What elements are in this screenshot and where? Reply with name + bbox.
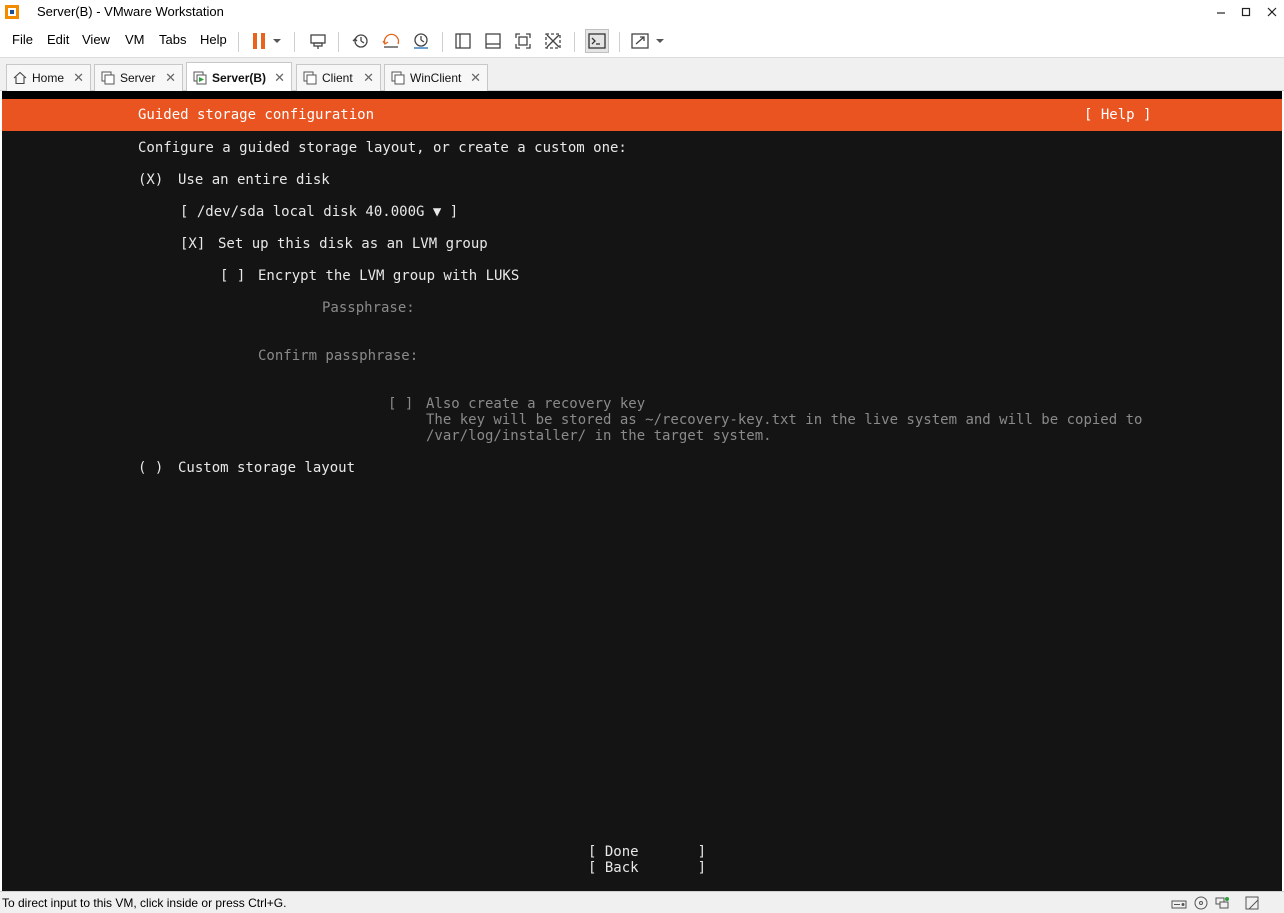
status-text: To direct input to this VM, click inside… [2, 896, 287, 910]
stretch-guest-icon[interactable] [629, 30, 651, 52]
close-icon[interactable] [1259, 2, 1284, 22]
confirm-passphrase-label: Confirm passphrase: [258, 348, 419, 364]
window-title: Server(B) - VMware Workstation [37, 4, 224, 19]
close-icon[interactable]: ✕ [470, 70, 481, 86]
page-title: Guided storage configuration [138, 107, 375, 123]
back-button[interactable]: [ Back ] [588, 860, 706, 876]
maximize-icon[interactable] [1233, 2, 1259, 22]
help-button[interactable]: [ Help ] [1084, 107, 1151, 123]
snapshot-icon[interactable] [349, 30, 371, 52]
tab-label: Client [322, 71, 353, 85]
menu-file[interactable]: File [12, 32, 33, 47]
menu-tabs[interactable]: Tabs [159, 32, 186, 47]
pause-icon[interactable] [248, 30, 270, 52]
console-view-icon[interactable] [585, 29, 609, 53]
tab-server[interactable]: Server ✕ [94, 64, 183, 91]
tab-home[interactable]: Home ✕ [6, 64, 91, 91]
menu-edit[interactable]: Edit [47, 32, 69, 47]
recovery-description: /var/log/installer/ in the target system… [426, 428, 772, 444]
tab-label: Home [32, 71, 65, 85]
hard-disk-icon[interactable] [1171, 896, 1187, 910]
send-keys-icon[interactable] [307, 30, 329, 52]
custom-layout-radio[interactable]: ( ) [138, 460, 163, 476]
home-icon [13, 71, 27, 85]
vm-icon [101, 71, 115, 85]
stretch-dropdown-icon[interactable] [653, 30, 667, 52]
vmware-logo-icon [5, 5, 19, 19]
vm-icon [391, 71, 405, 85]
vm-console[interactable]: Guided storage configuration [ Help ] Co… [2, 91, 1282, 891]
pause-dropdown-icon[interactable] [270, 30, 284, 52]
close-icon[interactable]: ✕ [363, 70, 374, 86]
close-icon[interactable]: ✕ [165, 70, 176, 86]
close-icon[interactable]: ✕ [73, 70, 84, 86]
disk-select[interactable]: [ /dev/sda local disk 40.000G ▼ ] [180, 204, 458, 220]
status-bar: To direct input to this VM, click inside… [0, 891, 1284, 913]
custom-layout-label[interactable]: Custom storage layout [178, 460, 355, 476]
intro-text: Configure a guided storage layout, or cr… [138, 140, 627, 156]
passphrase-label: Passphrase: [322, 300, 415, 316]
tab-client[interactable]: Client ✕ [296, 64, 381, 91]
menu-toolbar: File Edit View VM Tabs Help [0, 24, 1284, 58]
entire-disk-radio[interactable]: (X) [138, 172, 163, 188]
snapshot-manager-icon[interactable] [410, 30, 432, 52]
lvm-label[interactable]: Set up this disk as an LVM group [218, 236, 488, 252]
tab-winclient[interactable]: WinClient ✕ [384, 64, 488, 91]
minimize-icon[interactable] [1208, 2, 1234, 22]
menu-help[interactable]: Help [200, 32, 227, 47]
network-icon[interactable] [1214, 896, 1230, 910]
vm-icon [303, 71, 317, 85]
tab-strip: Home ✕ Server ✕ Server(B) ✕ Client ✕ Win… [0, 58, 1284, 92]
done-button[interactable]: [ Done ] [588, 844, 706, 860]
menu-view[interactable]: View [82, 32, 110, 47]
menu-vm[interactable]: VM [125, 32, 145, 47]
library-icon[interactable] [452, 30, 474, 52]
unity-icon[interactable] [542, 30, 564, 52]
tab-label: Server(B) [212, 70, 267, 85]
installer-header: Guided storage configuration [ Help ] [2, 99, 1282, 131]
recovery-description: The key will be stored as ~/recovery-key… [426, 412, 1143, 428]
full-screen-icon[interactable] [512, 30, 534, 52]
cd-dvd-icon[interactable] [1193, 896, 1209, 910]
thumbnail-bar-icon[interactable] [482, 30, 504, 52]
lvm-checkbox[interactable]: [X] [180, 236, 205, 252]
recovery-label: Also create a recovery key [426, 396, 646, 412]
message-icon[interactable] [1244, 896, 1260, 910]
revert-snapshot-icon[interactable] [380, 30, 402, 52]
tab-server-b[interactable]: Server(B) ✕ [186, 62, 292, 92]
vm-running-icon [193, 71, 207, 84]
tab-label: Server [120, 71, 156, 85]
tab-label: WinClient [410, 71, 462, 85]
encrypt-checkbox[interactable]: [ ] [220, 268, 245, 284]
close-icon[interactable]: ✕ [274, 70, 285, 86]
encrypt-label[interactable]: Encrypt the LVM group with LUKS [258, 268, 519, 284]
entire-disk-label[interactable]: Use an entire disk [178, 172, 330, 188]
recovery-checkbox: [ ] [388, 396, 414, 412]
title-bar: Server(B) - VMware Workstation [0, 0, 1284, 24]
